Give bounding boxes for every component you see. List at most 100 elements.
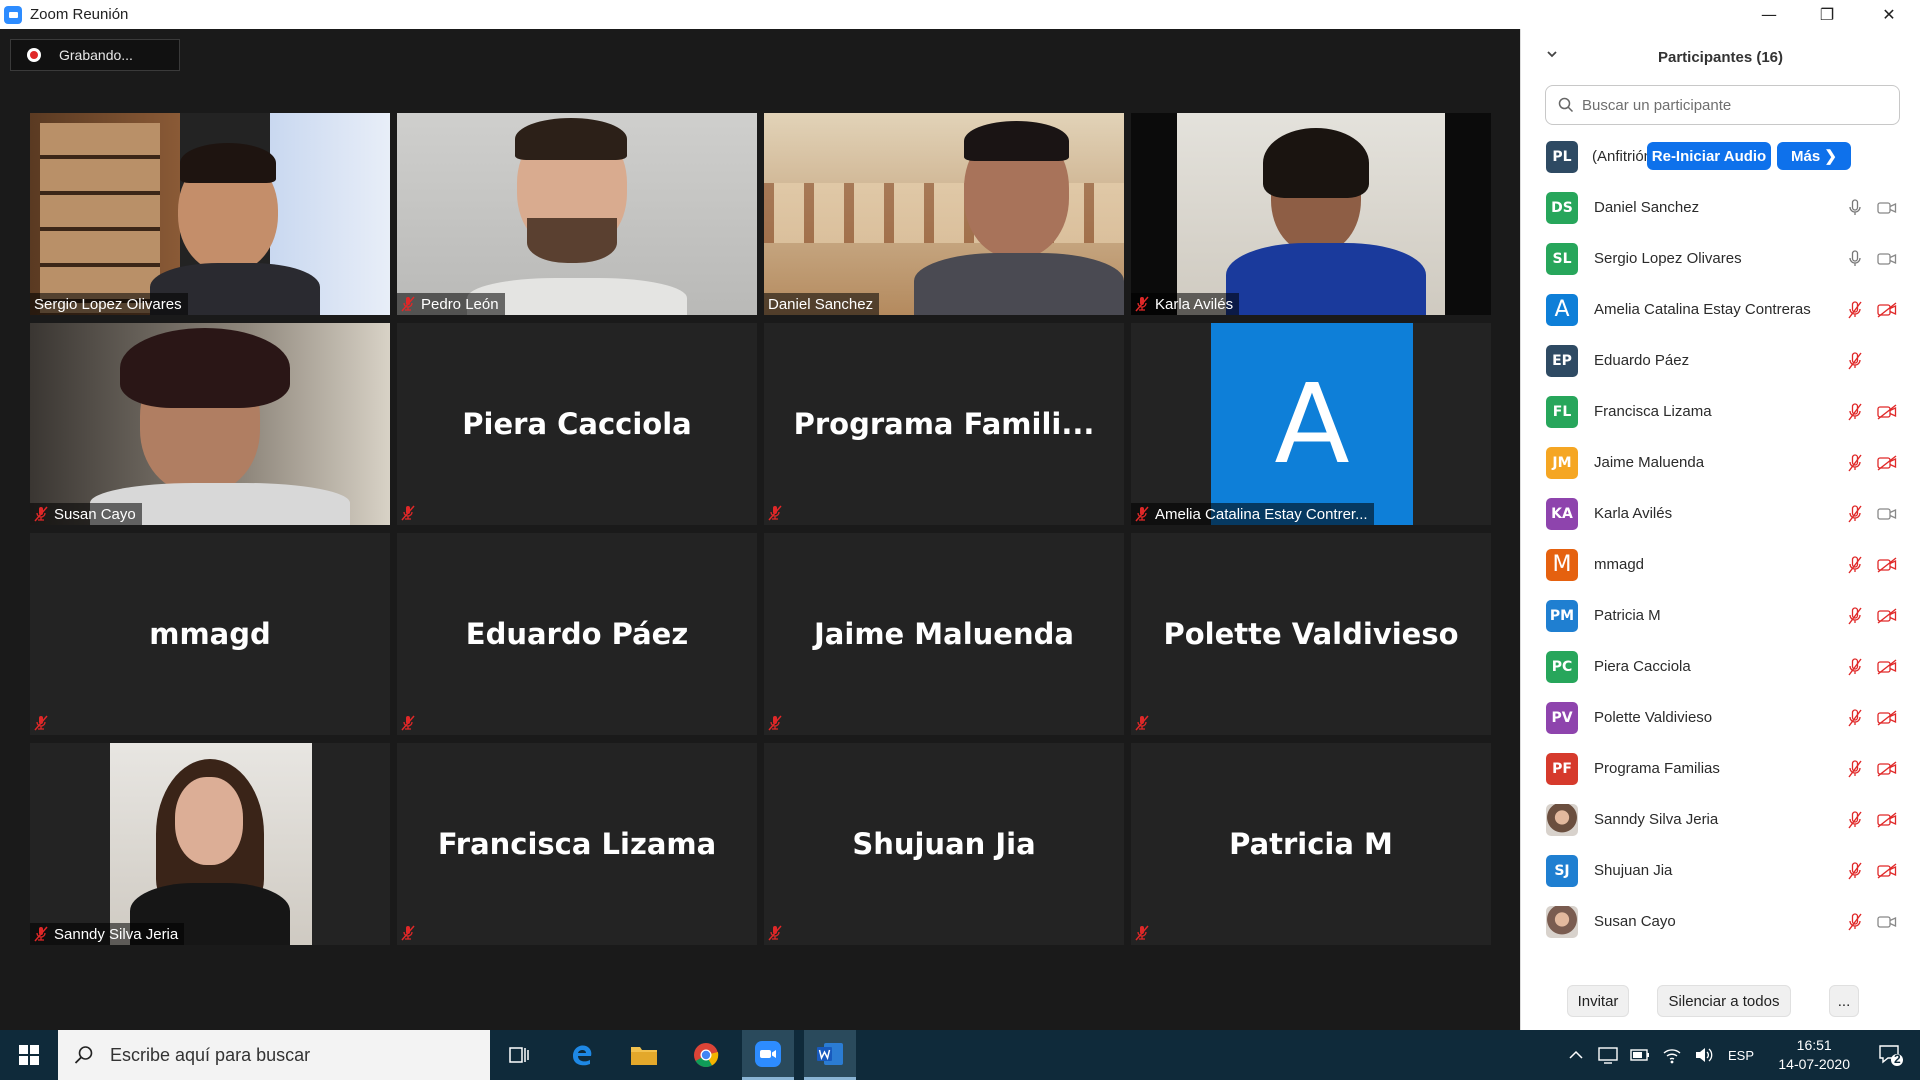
task-view-button[interactable] [494,1030,546,1080]
muted-mic-icon [401,505,415,521]
video-tile[interactable]: Sergio Lopez Olivares [30,113,390,315]
edge-taskbar-button[interactable] [556,1030,608,1080]
participant-row[interactable]: PM Patricia M [1521,590,1920,641]
participant-row[interactable]: PF Programa Familias [1521,743,1920,794]
muted-mic-icon[interactable] [1844,350,1866,372]
participant-name: Daniel Sanchez [1594,199,1700,216]
video-tile[interactable]: Daniel Sanchez [764,113,1124,315]
microphone-icon[interactable] [1844,248,1866,270]
muted-mic-icon[interactable] [1844,758,1866,780]
muted-mic-icon[interactable] [1844,299,1866,321]
muted-mic-icon[interactable] [1844,605,1866,627]
taskbar-search[interactable]: Escribe aquí para buscar [58,1030,490,1080]
participant-name: Polette Valdivieso [1594,709,1713,726]
participants-title: Participantes (16) [1657,48,1784,66]
muted-mic-icon[interactable] [1844,860,1866,882]
video-off-icon [1876,299,1898,321]
participant-status-icons [1844,845,1898,896]
video-tile[interactable]: Polette Valdivieso [1131,533,1491,735]
restore-button[interactable]: ❐ [1798,0,1856,29]
profile-avatar: A [1211,323,1413,525]
participant-row[interactable]: A Amelia Catalina Estay Contreras [1521,284,1920,335]
zoom-taskbar-button[interactable] [742,1030,794,1080]
muted-mic-icon[interactable] [1844,809,1866,831]
video-tile[interactable]: Eduardo Páez [397,533,757,735]
more-options-button[interactable]: ... [1829,985,1859,1017]
participant-row[interactable]: Mmmagd [1521,539,1920,590]
video-tile[interactable]: Karla Avilés [1131,113,1491,315]
participant-search[interactable] [1545,85,1900,125]
participant-row[interactable]: DS Daniel Sanchez [1521,182,1920,233]
participant-row[interactable]: Sanndy Silva Jeria [1521,794,1920,845]
muted-mic-icon[interactable] [1844,707,1866,729]
participant-row[interactable]: PV Polette Valdivieso [1521,692,1920,743]
task-view-icon [509,1047,529,1063]
search-input[interactable] [1582,96,1882,114]
system-tray: ESP [1568,1030,1754,1080]
muted-mic-icon[interactable] [1844,452,1866,474]
close-button[interactable]: ✕ [1860,0,1918,29]
video-tile[interactable]: A Amelia Catalina Estay Contrer... [1131,323,1491,525]
mute-all-button[interactable]: Silenciar a todos [1657,985,1791,1017]
participant-display-name: Polette Valdivieso [1163,617,1459,651]
windows-taskbar: Escribe aquí para buscar ESP 16:51 14-07… [0,1030,1920,1080]
participant-row[interactable]: JM Jaime Maluenda [1521,437,1920,488]
system-monitor-icon[interactable] [1598,1046,1618,1064]
participant-display-name: Shujuan Jia [852,827,1036,861]
muted-mic-icon [34,506,48,522]
video-off-icon [1876,809,1898,831]
muted-mic-icon [34,715,48,731]
participants-panel: Participantes (16) PL (Anfitrión, Re-Ini… [1520,29,1920,1030]
video-tile[interactable]: Piera Cacciola [397,323,757,525]
video-tile[interactable]: Pedro León [397,113,757,315]
participant-row[interactable]: SJ Shujuan Jia [1521,845,1920,896]
video-tile[interactable]: Shujuan Jia [764,743,1124,945]
mas-button[interactable]: Más ❯ [1777,142,1851,170]
participant-row[interactable]: PC Piera Cacciola [1521,641,1920,692]
participant-row[interactable]: SL Sergio Lopez Olivares [1521,233,1920,284]
muted-mic-icon[interactable] [1844,656,1866,678]
chevron-up-icon[interactable] [1568,1049,1584,1061]
reiniciar-audio-button[interactable]: Re-Iniciar Audio [1647,142,1771,170]
participant-name: Francisca Lizama [1594,403,1712,420]
battery-icon[interactable] [1630,1048,1650,1062]
volume-icon[interactable] [1694,1046,1714,1064]
participant-row-host[interactable]: PL (Anfitrión, Re-Iniciar Audio Más ❯ [1521,131,1920,182]
muted-mic-icon [768,715,782,731]
caption-name: Daniel Sanchez [768,295,874,313]
language-indicator[interactable]: ESP [1728,1048,1754,1063]
participant-row[interactable]: EP Eduardo Páez [1521,335,1920,386]
participant-name: Eduardo Páez [1594,352,1690,369]
video-tile[interactable]: Jaime Maluenda [764,533,1124,735]
muted-mic-icon[interactable] [1844,401,1866,423]
muted-mic-icon[interactable] [1844,554,1866,576]
muted-mic-icon[interactable] [1844,503,1866,525]
participant-row[interactable]: Susan Cayo [1521,896,1920,947]
microphone-icon[interactable] [1844,197,1866,219]
participant-name: Sergio Lopez Olivares [1594,250,1742,267]
clock[interactable]: 16:51 14-07-2020 [1778,1036,1850,1074]
avatar: JM [1546,446,1578,479]
video-tile[interactable]: Susan Cayo [30,323,390,525]
recording-indicator[interactable]: Grabando... [10,39,180,71]
file-explorer-taskbar-button[interactable] [618,1030,670,1080]
video-off-icon [1876,605,1898,627]
video-tile[interactable]: Francisca Lizama [397,743,757,945]
participant-row[interactable]: KA Karla Avilés [1521,488,1920,539]
invite-button[interactable]: Invitar [1567,985,1629,1017]
chevron-down-icon[interactable] [1545,47,1559,61]
action-center-button[interactable]: 2 [1862,1030,1920,1080]
video-tile[interactable]: mmagd [30,533,390,735]
word-taskbar-button[interactable] [804,1030,856,1080]
start-button[interactable] [0,1030,58,1080]
avatar: PC [1546,650,1578,683]
muted-mic-icon[interactable] [1844,911,1866,933]
participant-row[interactable]: FL Francisca Lizama [1521,386,1920,437]
video-tile[interactable]: Sanndy Silva Jeria [30,743,390,945]
video-tile[interactable]: Programa Famili... [764,323,1124,525]
wifi-icon[interactable] [1662,1046,1682,1064]
search-icon [1558,97,1574,113]
chrome-taskbar-button[interactable] [680,1030,732,1080]
video-tile[interactable]: Patricia M [1131,743,1491,945]
minimize-button[interactable]: — [1740,0,1798,29]
